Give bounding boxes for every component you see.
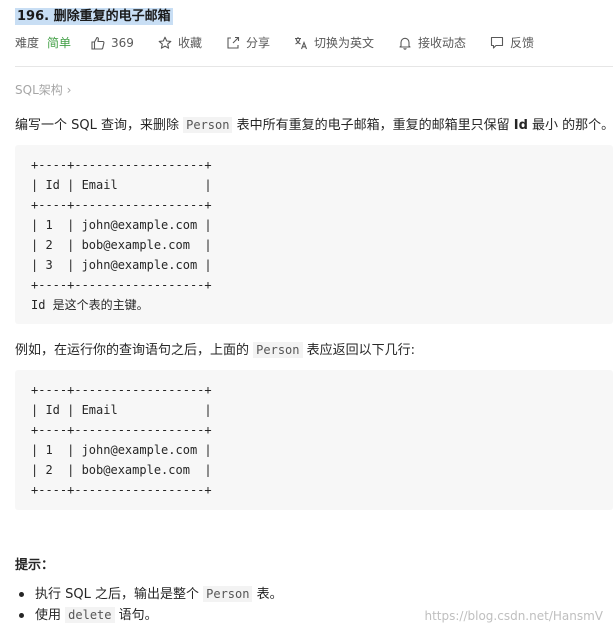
title-row: 196. 删除重复的电子邮箱 [15, 5, 173, 25]
hint-text: 语句。 [114, 608, 158, 623]
bell-icon [399, 37, 411, 50]
expected-result-block: +----+------------------+ | Id | Email |… [15, 370, 613, 510]
example-description: 例如，在运行你的查询语句之后，上面的 Person 表应返回以下几行: [15, 339, 415, 358]
code-line: | 2 | bob@example.com | [31, 238, 212, 252]
notifications-button[interactable]: 接收动态 [398, 34, 466, 51]
hints-title: 提示： [15, 558, 55, 573]
hint-text: 使用 [35, 608, 66, 623]
translate-icon [294, 36, 307, 49]
example-text: 例如，在运行你的查询语句之后，上面的 [15, 343, 254, 358]
code-line: +----+------------------+ [31, 383, 212, 397]
bold-text: Id [513, 118, 528, 133]
description-text: 最小 的那个。 [527, 118, 613, 133]
feedback-button[interactable]: 反馈 [490, 34, 534, 51]
difficulty-value: 简单 [47, 36, 72, 50]
difficulty-label: 难度 [15, 36, 40, 50]
switch-language-label: 切换为英文 [313, 36, 374, 50]
like-button[interactable]: 369 [91, 36, 134, 50]
breadcrumb-sql[interactable]: SQL架构 › [15, 81, 71, 98]
inline-code: delete [65, 607, 115, 623]
code-line: | Id | Email | [31, 178, 212, 192]
feedback-label: 反馈 [510, 36, 535, 50]
hint-text: 执行 SQL 之后，输出是整个 [35, 587, 204, 602]
hint-text: 表。 [252, 587, 283, 602]
share-button[interactable]: 分享 [226, 34, 270, 51]
problem-page: 196. 删除重复的电子邮箱 难度 简单 369 收藏 分享 切换为英文 接收动… [0, 0, 613, 636]
example-text: 表应返回以下几行: [302, 343, 416, 358]
code-line: | 1 | john@example.com | [31, 218, 212, 232]
hint-item: 执行 SQL 之后，输出是整个 Person 表。 [19, 584, 283, 605]
favorite-label: 收藏 [177, 36, 202, 50]
share-icon [227, 36, 240, 49]
favorite-button[interactable]: 收藏 [158, 34, 202, 51]
notifications-label: 接收动态 [417, 36, 466, 50]
code-line: +----+------------------+ [31, 483, 212, 497]
inline-code: Person [253, 342, 303, 358]
inline-code: Person [183, 117, 233, 133]
star-icon [158, 36, 172, 49]
code-line: Id 是这个表的主键。 [31, 298, 149, 312]
code-line: +----+------------------+ [31, 198, 212, 212]
like-count: 369 [111, 35, 134, 50]
share-label: 分享 [245, 36, 270, 50]
hint-item: 使用 delete 语句。 [19, 605, 283, 626]
thumbs-up-icon [91, 36, 105, 50]
code-line: +----+------------------+ [31, 158, 212, 172]
description-text: 表中所有重复的电子邮箱，重复的邮箱里只保留 [232, 118, 514, 133]
watermark: https://blog.csdn.net/HansmV [424, 609, 604, 623]
code-line: | 1 | john@example.com | [31, 443, 212, 457]
code-line: +----+------------------+ [31, 278, 212, 292]
hints-list: 执行 SQL 之后，输出是整个 Person 表。 使用 delete 语句。 [19, 584, 283, 626]
divider [15, 66, 613, 67]
feedback-icon [490, 36, 504, 49]
code-line: | 3 | john@example.com | [31, 258, 212, 272]
problem-title: 196. 删除重复的电子邮箱 [15, 8, 173, 25]
code-line: +----+------------------+ [31, 423, 212, 437]
code-line: | 2 | bob@example.com | [31, 463, 212, 477]
code-line: | Id | Email | [31, 403, 212, 417]
problem-description: 编写一个 SQL 查询，来删除 Person 表中所有重复的电子邮箱，重复的邮箱… [15, 114, 613, 133]
inline-code: Person [203, 586, 253, 602]
description-text: 编写一个 SQL 查询，来删除 [15, 118, 184, 133]
table-definition-block: +----+------------------+ | Id | Email |… [15, 145, 613, 324]
meta-bar: 难度 简单 369 收藏 分享 切换为英文 接收动态 反馈 [15, 34, 534, 51]
switch-language-button[interactable]: 切换为英文 [294, 34, 374, 51]
